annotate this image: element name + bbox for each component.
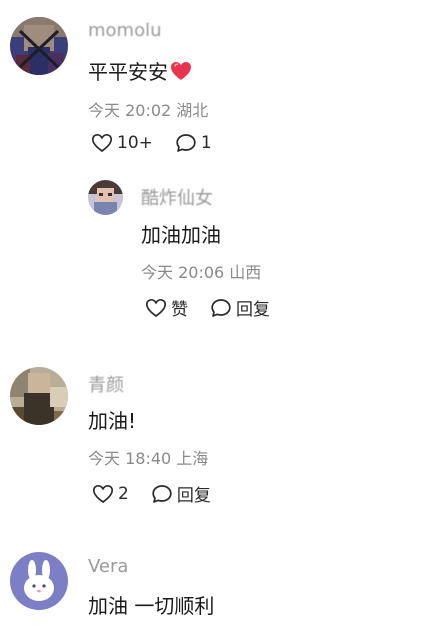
- avatar[interactable]: [10, 17, 68, 75]
- comment-item: Vera 加油 一切顺利: [0, 540, 434, 633]
- comment-text: 加油加油: [141, 223, 221, 247]
- comment-actions: 2 回复: [92, 481, 233, 506]
- comment-time: 今天 20:02: [88, 101, 172, 120]
- comment-meta: 今天 18:40 上海: [88, 445, 208, 469]
- comment-item: momolu 平平安安 今天 20:02 湖北 10+ 1: [0, 0, 434, 175]
- reply-label: 回复: [236, 300, 270, 320]
- like-button[interactable]: 赞: [145, 295, 188, 320]
- reply-item: 酷炸仙女 加油加油 今天 20:06 山西 赞 回复: [0, 175, 434, 335]
- comment-actions: 赞 回复: [145, 295, 292, 320]
- comment-actions: 10+ 1: [91, 133, 234, 153]
- reply-button[interactable]: 1: [175, 133, 212, 153]
- comment-text: 平平安安: [88, 56, 192, 86]
- comment-bubble-icon: [152, 484, 172, 503]
- like-button[interactable]: 2: [92, 484, 129, 504]
- username[interactable]: 酷炸仙女: [141, 184, 213, 210]
- heart-outline-icon: [92, 484, 114, 503]
- like-count: 2: [118, 483, 129, 504]
- comment-meta: 今天 20:06 山西: [141, 259, 261, 283]
- comment-time: 今天 20:06: [141, 263, 225, 282]
- comment-time: 今天 18:40: [88, 449, 172, 468]
- like-count: 10+: [117, 133, 153, 153]
- comment-bubble-icon: [176, 134, 196, 152]
- username[interactable]: 青颜: [88, 371, 124, 397]
- comment-bubble-icon: [211, 298, 231, 317]
- red-heart-emoji-icon: [170, 61, 192, 86]
- like-button[interactable]: 10+: [91, 133, 153, 153]
- reply-button[interactable]: 回复: [151, 481, 211, 506]
- username[interactable]: Vera: [88, 556, 128, 577]
- avatar[interactable]: [10, 367, 68, 425]
- username[interactable]: momolu: [88, 20, 162, 41]
- heart-outline-icon: [91, 133, 113, 153]
- comment-text: 加油!: [88, 409, 137, 433]
- comment-text-content: 平平安安: [88, 60, 168, 84]
- avatar[interactable]: [88, 180, 123, 215]
- comment-location: 上海: [176, 449, 209, 468]
- like-label: 赞: [171, 300, 188, 320]
- avatar[interactable]: [10, 552, 68, 610]
- comment-location: 湖北: [176, 101, 209, 120]
- comment-item: 青颜 加油! 今天 18:40 上海 2 回复: [0, 355, 434, 520]
- reply-button[interactable]: 回复: [210, 295, 270, 320]
- comment-meta: 今天 20:02 湖北: [88, 97, 208, 121]
- reply-count: 1: [200, 133, 212, 153]
- reply-label: 回复: [176, 486, 211, 506]
- comment-list: momolu 平平安安 今天 20:02 湖北 10+ 1 酷炸仙女 加油加油 …: [0, 0, 434, 633]
- comment-location: 山西: [229, 263, 262, 282]
- comment-text: 加油 一切顺利: [88, 594, 215, 618]
- heart-outline-icon: [145, 298, 167, 317]
